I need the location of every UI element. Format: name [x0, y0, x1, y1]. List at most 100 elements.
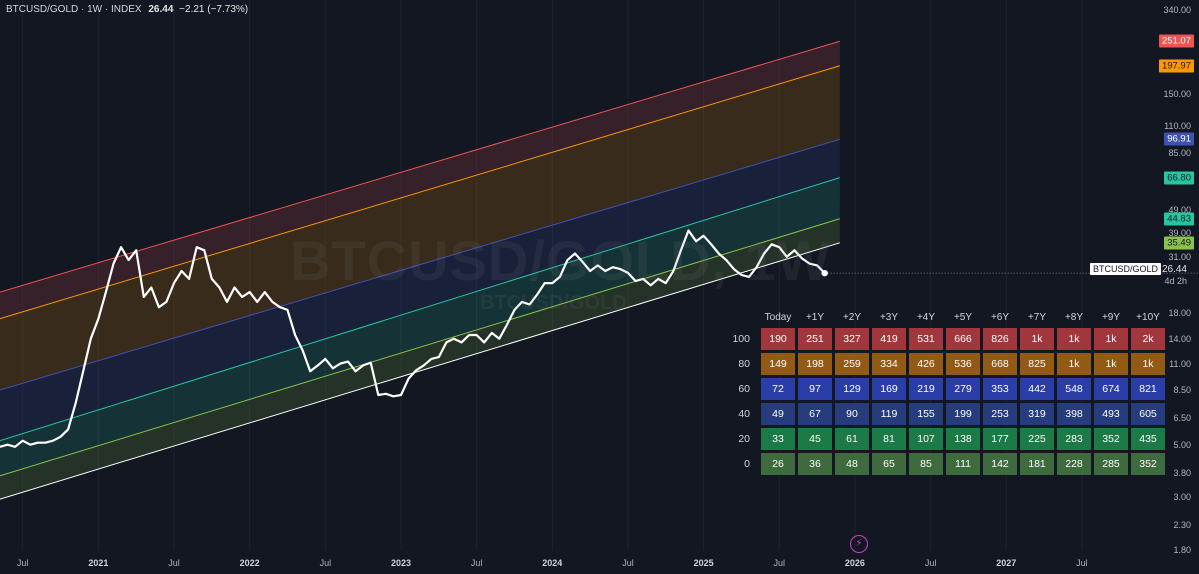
table-cell: 548 — [1057, 378, 1091, 400]
column-header: +4Y — [916, 311, 936, 323]
table-cell: 219 — [909, 378, 943, 400]
column-header: +8Y — [1064, 311, 1084, 323]
table-cell: 1k — [1020, 328, 1054, 350]
table-cell: 435 — [1131, 428, 1165, 450]
table-row: 100 190 251 327 419 531 666 826 1k 1k 1k 2k — [722, 328, 1165, 350]
table-cell: 352 — [1131, 453, 1165, 475]
table-cell: 327 — [835, 328, 869, 350]
y-tick-label: 8.50 — [1173, 385, 1191, 396]
table-cell: 72 — [761, 378, 795, 400]
table-cell: 228 — [1057, 453, 1091, 475]
table-cell: 1k — [1094, 353, 1128, 375]
table-cell: 61 — [835, 428, 869, 450]
column-header: Today — [764, 311, 792, 323]
x-tick-label: Jul — [773, 558, 786, 568]
price-change: −2.21 (−7.73%) — [179, 4, 249, 15]
last-price-dot — [821, 269, 828, 277]
row-label: 0 — [744, 458, 750, 470]
table-cell: 199 — [946, 403, 980, 425]
table-cell: 2k — [1131, 328, 1165, 350]
table-cell: 674 — [1094, 378, 1128, 400]
table-row: 80 149 198 259 334 426 536 668 825 1k 1k 1k — [722, 353, 1165, 375]
row-label: 60 — [738, 383, 750, 395]
table-cell: 1k — [1131, 353, 1165, 375]
y-tick-label: 1.80 — [1173, 545, 1191, 555]
table-cell: 138 — [946, 428, 980, 450]
x-tick-label: Jul — [470, 558, 483, 568]
table-cell: 119 — [872, 403, 906, 425]
x-tick-label: Jul — [168, 558, 180, 568]
table-cell: 67 — [798, 403, 832, 425]
band-end-tag: 197.97 — [1158, 59, 1194, 73]
table-cell: 253 — [983, 403, 1017, 425]
x-tick-label: 2023 — [390, 558, 411, 568]
table-cell: 177 — [983, 428, 1017, 450]
column-header: +2Y — [842, 311, 862, 323]
table-cell: 149 — [761, 353, 795, 375]
table-cell: 107 — [909, 428, 943, 450]
column-header: +9Y — [1101, 311, 1121, 323]
y-tick-label: 2.30 — [1173, 519, 1191, 530]
y-tick-label: 18.00 — [1168, 307, 1191, 318]
table-cell: 826 — [983, 328, 1017, 350]
projection-table: Today +1Y +2Y +3Y +4Y +5Y +6Y +7Y +8Y +9Y +10Y 100… — [719, 306, 1168, 478]
table-row: 40 49 67 90 119 155 199 253 319 398 493 605 — [722, 403, 1165, 425]
table-cell: 334 — [872, 353, 906, 375]
table-cell: 190 — [761, 328, 795, 350]
x-tick-label: 2025 — [693, 558, 714, 568]
band-end-tag: 96.91 — [1164, 132, 1194, 146]
column-header: +5Y — [953, 311, 973, 323]
table-cell: 821 — [1131, 378, 1165, 400]
table-cell: 666 — [946, 328, 980, 350]
y-tick-label: 150.00 — [1163, 89, 1191, 100]
table-cell: 129 — [835, 378, 869, 400]
band-end-tag: 66.80 — [1164, 171, 1194, 185]
y-tick-label: 3.00 — [1173, 492, 1191, 503]
row-label: 20 — [738, 433, 750, 445]
x-tick-label: 2027 — [996, 558, 1017, 568]
band-end-tag: 44.83 — [1164, 212, 1194, 226]
table-cell: 825 — [1020, 353, 1054, 375]
column-header: +3Y — [879, 311, 899, 323]
table-cell: 169 — [872, 378, 906, 400]
table-cell: 225 — [1020, 428, 1054, 450]
table-row: 60 72 97 129 169 219 279 353 442 548 674 821 — [722, 378, 1165, 400]
bar-countdown: 4d 2h — [1164, 276, 1187, 286]
y-tick-label: 340.00 — [1163, 5, 1191, 15]
y-tick-label: 3.80 — [1173, 468, 1191, 478]
chart-canvas[interactable] — [0, 0, 1199, 574]
x-tick-label: Jul — [622, 558, 634, 568]
lightning-icon[interactable]: ⚡ — [850, 535, 868, 553]
table-cell: 85 — [909, 453, 943, 475]
table-cell: 251 — [798, 328, 832, 350]
x-tick-label: 2024 — [542, 558, 563, 568]
table-cell: 259 — [835, 353, 869, 375]
x-tick-label: Jul — [16, 558, 29, 568]
x-tick-label: 2021 — [88, 558, 109, 568]
table-cell: 353 — [983, 378, 1017, 400]
last-price: 26.44 — [148, 4, 174, 15]
table-cell: 155 — [909, 403, 943, 425]
table-cell: 442 — [1020, 378, 1054, 400]
table-cell: 283 — [1057, 428, 1091, 450]
table-cell: 81 — [872, 428, 906, 450]
x-tick-label: Jul — [319, 558, 332, 568]
table-cell: 279 — [946, 378, 980, 400]
table-cell: 285 — [1094, 453, 1128, 475]
column-header: +6Y — [990, 311, 1010, 323]
projection-header-row: Today +1Y +2Y +3Y +4Y +5Y +6Y +7Y +8Y +9Y +10Y — [722, 309, 1165, 325]
y-tick-label: 110.00 — [1164, 121, 1191, 132]
table-cell: 198 — [798, 353, 832, 375]
table-cell: 319 — [1020, 403, 1054, 425]
band-end-tag: 251.07 — [1158, 34, 1194, 48]
x-tick-label: 2026 — [844, 558, 865, 568]
table-cell: 90 — [835, 403, 869, 425]
table-cell: 111 — [946, 453, 980, 475]
table-cell: 605 — [1131, 403, 1165, 425]
row-label: 100 — [732, 333, 750, 345]
x-tick-label: Jul — [924, 558, 937, 568]
table-cell: 531 — [909, 328, 943, 350]
symbol-info[interactable]: BTCUSD/GOLD · 1W · INDEX — [6, 4, 142, 15]
table-cell: 142 — [983, 453, 1017, 475]
table-cell: 426 — [909, 353, 943, 375]
